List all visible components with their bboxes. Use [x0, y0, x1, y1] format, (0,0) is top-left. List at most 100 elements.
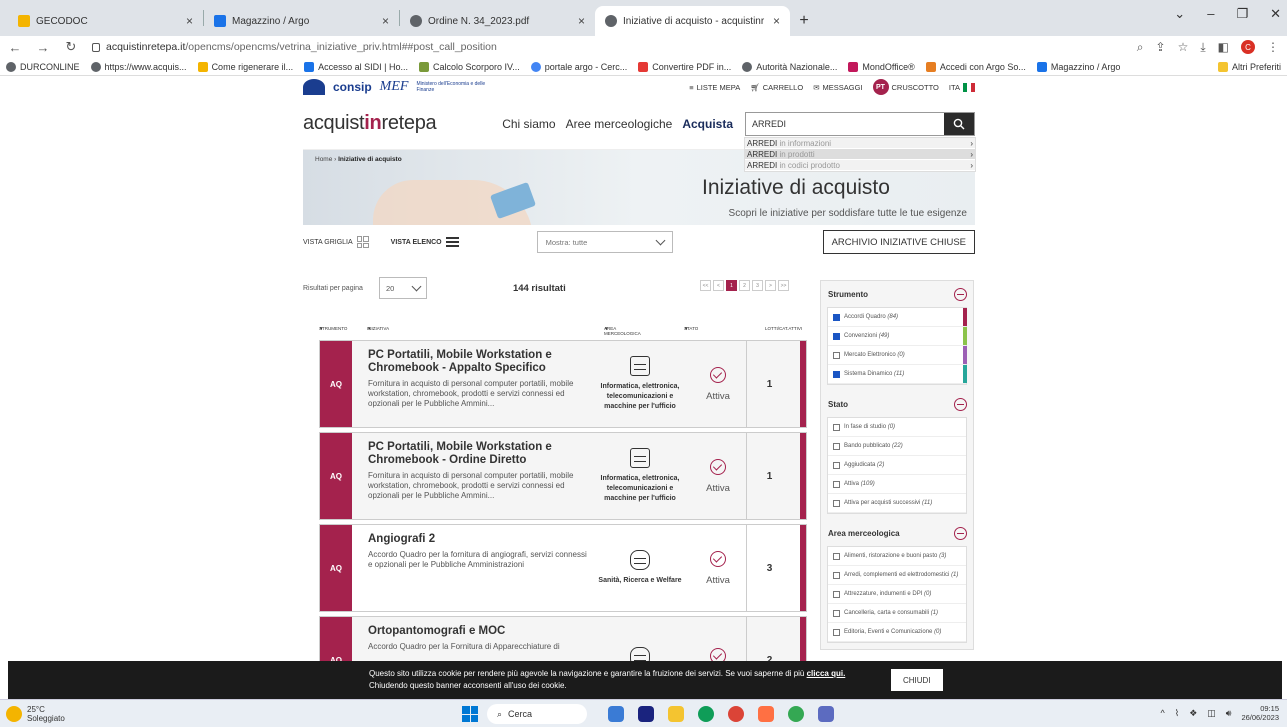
- suggestion-item[interactable]: ARREDI in codici prodotto ›: [745, 160, 975, 171]
- filter-accordi-quadro[interactable]: Accordi Quadro (84): [828, 308, 967, 327]
- bookmark-item[interactable]: DURCONLINE: [6, 61, 80, 72]
- filter-stato-item[interactable]: Aggiudicata (2): [828, 456, 966, 475]
- tab-search-icon[interactable]: ⌄: [1174, 6, 1185, 22]
- filter-area-item[interactable]: Alimenti, ristorazione e buoni pasto (3): [828, 547, 966, 566]
- checkbox[interactable]: [833, 313, 840, 321]
- bookmark-item[interactable]: https://www.acquis...: [90, 61, 187, 72]
- windows-start-icon[interactable]: [462, 706, 478, 722]
- checkbox[interactable]: [833, 609, 840, 617]
- breadcrumb-home[interactable]: Home: [315, 156, 332, 163]
- bookmark-item[interactable]: Calcolo Scorporo IV...: [418, 61, 520, 72]
- checkbox[interactable]: [833, 423, 840, 431]
- bookmark-item[interactable]: Autorità Nazionale...: [742, 61, 837, 72]
- item-title[interactable]: PC Portatili, Mobile Workstation e Chrom…: [368, 441, 590, 467]
- filter-area-item[interactable]: Arredi, complementi ed elettrodomestici …: [828, 566, 966, 585]
- collapse-icon[interactable]: [954, 397, 967, 411]
- per-page-select[interactable]: 20: [378, 277, 427, 299]
- bookmark-item[interactable]: Accesso al SIDI | Ho...: [304, 61, 408, 72]
- bookmark-item[interactable]: Come rigenerare il...: [197, 61, 293, 72]
- menu-dots-icon[interactable]: ⋮: [1267, 40, 1279, 54]
- chrome-icon[interactable]: [728, 706, 744, 722]
- sidebar-icon[interactable]: ◧: [1218, 40, 1229, 54]
- network-icon[interactable]: ⌇: [1175, 708, 1179, 719]
- collapse-icon[interactable]: [954, 526, 967, 540]
- checkbox[interactable]: [833, 552, 840, 560]
- filter-convenzioni[interactable]: Convenzioni (49): [828, 327, 967, 346]
- cookie-close-button[interactable]: CHIUDI: [891, 669, 943, 691]
- profile-avatar[interactable]: C: [1241, 40, 1255, 54]
- col-stato[interactable]: STATO ▼: [684, 326, 698, 331]
- checkbox[interactable]: [833, 480, 840, 488]
- checkbox[interactable]: [833, 628, 840, 636]
- zoom-icon[interactable]: ⌕: [1137, 40, 1144, 55]
- checkbox[interactable]: [833, 590, 840, 598]
- nav-chi-siamo[interactable]: Chi siamo: [502, 117, 555, 131]
- bookmark-item[interactable]: Convertire PDF in...: [638, 61, 731, 72]
- checkbox[interactable]: [833, 351, 840, 359]
- item-title[interactable]: Angiografi 2: [368, 533, 590, 546]
- search-input[interactable]: [746, 112, 944, 135]
- forward-arrow-icon[interactable]: →: [36, 40, 50, 55]
- cookie-info-link[interactable]: clicca qui.: [807, 669, 846, 678]
- wifi-icon[interactable]: ◫: [1207, 708, 1216, 719]
- nav-acquista[interactable]: Acquista: [682, 117, 733, 131]
- filter-sistema-dinamico[interactable]: Sistema Dinamico (11): [828, 365, 967, 384]
- close-tab-icon[interactable]: ×: [186, 14, 193, 28]
- taskbar-search[interactable]: ⌕ Cerca: [487, 704, 587, 724]
- checkbox[interactable]: [833, 370, 840, 378]
- page-last[interactable]: >>: [778, 280, 789, 291]
- bookmark-item[interactable]: portale argo - Cerc...: [530, 61, 627, 72]
- back-arrow-icon[interactable]: ←: [8, 40, 22, 55]
- filter-area-item[interactable]: Editoria, Eventi e Comunicazione (0): [828, 623, 966, 642]
- checkbox[interactable]: [833, 499, 840, 507]
- mef-logo[interactable]: MEF: [380, 79, 409, 95]
- restore-icon[interactable]: ❐: [1236, 6, 1248, 22]
- liste-mepa-link[interactable]: ≡ LISTE MEPA: [689, 83, 740, 92]
- filter-stato-item[interactable]: In fase di studio (0): [828, 418, 966, 437]
- filter-stato-item[interactable]: Attiva per acquisti successivi (11): [828, 494, 966, 513]
- browser-tab-iniziative[interactable]: Iniziative di acquisto - acquistinr ×: [595, 6, 790, 36]
- suggestion-item[interactable]: ARREDI in informazioni ›: [745, 138, 975, 149]
- page-next[interactable]: >: [765, 280, 776, 291]
- filter-area-item[interactable]: Attrezzature, indumenti e DPI (0): [828, 585, 966, 604]
- col-strumento[interactable]: STRUMENTO ▼: [319, 326, 347, 331]
- new-tab-button[interactable]: +: [790, 6, 818, 36]
- filter-stato-item[interactable]: Attiva (109): [828, 475, 966, 494]
- url-field[interactable]: acquistinretepa.it/opencms/opencms/vetri…: [92, 38, 1123, 56]
- close-tab-icon[interactable]: ×: [773, 14, 780, 28]
- bookmark-item[interactable]: MondOffice®: [848, 61, 915, 72]
- page-1[interactable]: 1: [726, 280, 737, 291]
- checkbox[interactable]: [833, 571, 840, 579]
- search-button[interactable]: [944, 112, 974, 135]
- close-tab-icon[interactable]: ×: [382, 14, 389, 28]
- checkbox[interactable]: [833, 461, 840, 469]
- app-icon[interactable]: [818, 706, 834, 722]
- browser-tab-ordine-pdf[interactable]: Ordine N. 34_2023.pdf ×: [400, 6, 595, 36]
- browser-tab-magazzino[interactable]: Magazzino / Argo ×: [204, 6, 399, 36]
- col-iniziativa[interactable]: INIZIATIVA ▼: [367, 326, 389, 331]
- share-icon[interactable]: ⇪: [1156, 40, 1166, 54]
- filter-strumento-header[interactable]: Strumento: [821, 281, 973, 307]
- messaggi-link[interactable]: ✉ MESSAGGI: [813, 83, 862, 92]
- show-filter-select[interactable]: Mostra: tutte: [536, 231, 673, 253]
- weather-widget[interactable]: 25°C Soleggiato: [6, 705, 65, 723]
- list-view-toggle[interactable]: VISTA ELENCO: [391, 237, 459, 247]
- page-first[interactable]: <<: [700, 280, 711, 291]
- reload-icon[interactable]: ↻: [64, 39, 78, 55]
- browser-tab-gecodoc[interactable]: GECODOC ×: [8, 6, 203, 36]
- edge-icon[interactable]: [698, 706, 714, 722]
- bookmark-item[interactable]: Accedi con Argo So...: [925, 61, 1026, 72]
- list-item[interactable]: AQ Angiografi 2 Accordo Quadro per la fo…: [319, 524, 807, 612]
- file-explorer-icon[interactable]: [668, 706, 684, 722]
- cruscotto-link[interactable]: PT CRUSCOTTO: [872, 79, 939, 95]
- filter-area-item[interactable]: Cancelleria, carta e consumabili (1): [828, 604, 966, 623]
- volume-icon[interactable]: 🔊︎: [1226, 708, 1232, 719]
- col-area[interactable]: AREA MERCEOLOGICA ▼: [604, 326, 641, 336]
- office-icon[interactable]: [758, 706, 774, 722]
- other-bookmarks[interactable]: Altri Preferiti: [1217, 61, 1281, 72]
- item-title[interactable]: Ortopantomografi e MOC: [368, 625, 590, 638]
- close-tab-icon[interactable]: ×: [578, 14, 585, 28]
- clock[interactable]: 09:15 26/06/2023: [1241, 704, 1279, 722]
- page-prev[interactable]: <: [713, 280, 724, 291]
- nav-aree-merceologiche[interactable]: Aree merceologiche: [566, 117, 673, 131]
